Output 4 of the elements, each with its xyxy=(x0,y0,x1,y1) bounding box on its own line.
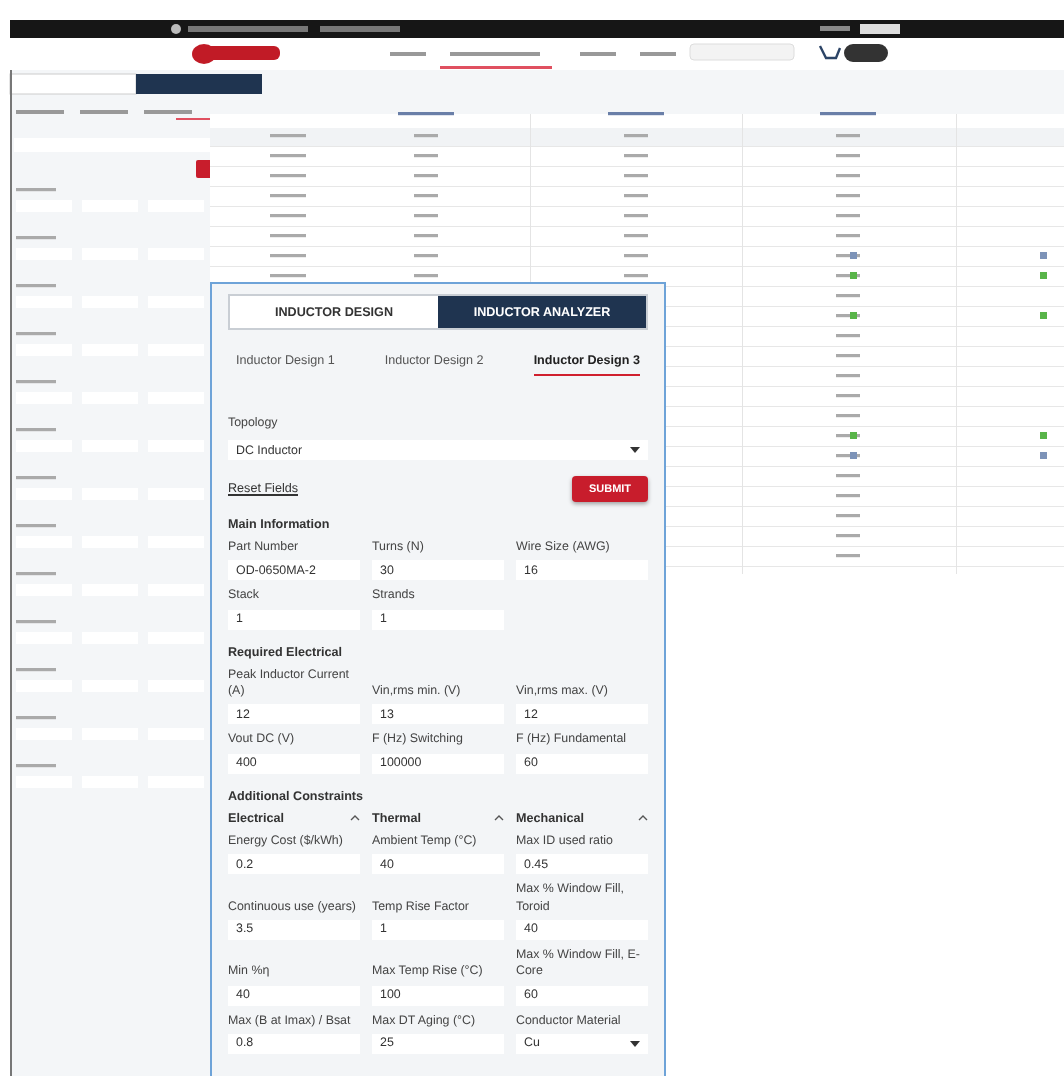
chevron-up-icon xyxy=(638,814,648,823)
chevron-up-icon xyxy=(350,814,360,823)
chevron-up-icon xyxy=(494,814,504,823)
caret-down-icon xyxy=(630,1039,640,1048)
